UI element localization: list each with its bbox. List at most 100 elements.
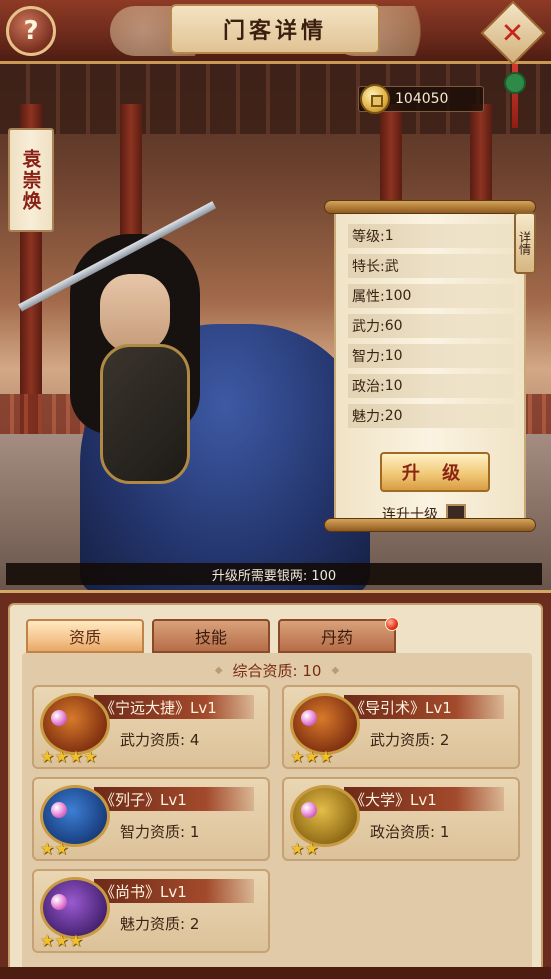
stat-value: 10 [384, 348, 403, 364]
stat-value: 100 [384, 288, 412, 304]
stat-row-force: 武力: 60 [348, 314, 514, 338]
stat-value: 武 [384, 259, 399, 275]
tab-elixir[interactable]: 丹药 [278, 619, 396, 653]
tab-skills[interactable]: 技能 [152, 619, 270, 653]
info-panel: 资质 技能 丹药 ◆ 综合资质: 10 ◆ 《宁远大捷》Lv1 武力资质: 4 … [0, 590, 551, 979]
gem-icon [51, 802, 67, 818]
star-icon: ★ [290, 747, 305, 766]
star-icon: ★ [68, 747, 84, 766]
stat-label: 政治: [352, 379, 385, 395]
close-button[interactable]: ✕ [480, 0, 546, 66]
gem-icon [301, 710, 317, 726]
skill-book-quality: 魅力资质: 2 [120, 915, 200, 933]
gem-icon [51, 710, 67, 726]
stat-row-specialty: 特长: 武 [348, 254, 514, 278]
star-icon: ★ [40, 747, 55, 766]
hero-face [100, 274, 170, 354]
upgrade-button[interactable]: 升 级 [380, 452, 490, 492]
star-icon: ★ [40, 839, 55, 858]
gem-icon [51, 894, 67, 910]
jade-knot-icon [504, 72, 526, 94]
skill-book-icon [40, 877, 110, 939]
hero-portrait [18, 201, 370, 590]
stat-label: 特长: [352, 259, 385, 275]
star-rating: ★ ★ ★ [290, 747, 334, 766]
star-icon: ★ [54, 839, 69, 858]
scroll-rod-top [324, 200, 536, 214]
skill-book-name: 《导引术》Lv1 [344, 695, 504, 719]
stat-value: 60 [384, 318, 403, 334]
stats-paper: 等级: 1 特长: 武 属性: 100 武力: 60 智力: 10 政治: 10 魅力: 20… [334, 210, 526, 524]
star-rating: ★ ★ [290, 839, 319, 858]
skill-book-card[interactable]: 《尚书》Lv1 魅力资质: 2 ★ ★ ★ [32, 869, 270, 953]
skill-book-quality: 武力资质: 4 [120, 731, 200, 749]
total-aptitude: ◆ 综合资质: 10 ◆ [22, 659, 532, 681]
skill-book-icon [40, 785, 110, 847]
stats-scroll: 等级: 1 特长: 武 属性: 100 武力: 60 智力: 10 政治: 10 魅力: 20… [324, 200, 536, 532]
stat-row-politics: 政治: 10 [348, 374, 514, 398]
skill-book-quality: 智力资质: 1 [120, 823, 200, 841]
upgrade-cost-text: 升级所需要银两: 100 [211, 568, 337, 584]
stat-row-level: 等级: 1 [348, 224, 514, 248]
gem-icon [301, 802, 317, 818]
star-rating: ★ ★ ★ ★ [40, 747, 98, 766]
skill-book-icon [290, 785, 360, 847]
total-aptitude-text: 综合资质: 10 [232, 661, 322, 680]
skill-book-icon [290, 693, 360, 755]
skill-book-name: 《列子》Lv1 [94, 787, 254, 811]
detail-tab[interactable]: 详情 [514, 212, 536, 274]
hero-name-banner: 袁崇焕 [8, 128, 54, 232]
star-icon: ★ [290, 839, 305, 858]
bottom-border [0, 967, 551, 979]
skill-book-name: 《宁远大捷》Lv1 [94, 695, 254, 719]
stat-value: 20 [384, 408, 403, 424]
stat-label: 魅力: [352, 409, 385, 425]
star-icon: ★ [304, 747, 319, 766]
currency-amount: 104050 [395, 91, 449, 107]
notification-dot-icon [385, 617, 399, 631]
star-icon: ★ [83, 747, 98, 766]
skill-book-name: 《大学》Lv1 [344, 787, 504, 811]
stat-row-attribute: 属性: 100 [348, 284, 514, 308]
skill-book-card[interactable]: 《大学》Lv1 政治资质: 1 ★ ★ [282, 777, 520, 861]
aptitude-content: ◆ 综合资质: 10 ◆ 《宁远大捷》Lv1 武力资质: 4 ★ ★ ★ ★ 《导引术… [22, 653, 532, 969]
stat-label: 武力: [352, 319, 385, 335]
star-icon: ★ [68, 931, 84, 950]
star-icon: ★ [318, 747, 334, 766]
hero-armor [100, 344, 190, 484]
diamond-ornament-icon: ◆ [214, 664, 223, 676]
page-title: 门客详情 [170, 4, 380, 54]
hero-name: 袁崇焕 [19, 148, 42, 212]
stat-row-intelligence: 智力: 10 [348, 344, 514, 368]
stat-label: 智力: [352, 349, 385, 365]
star-icon: ★ [304, 839, 319, 858]
star-rating: ★ ★ [40, 839, 69, 858]
stat-row-charm: 魅力: 20 [348, 404, 514, 428]
star-icon: ★ [40, 931, 55, 950]
skill-book-card[interactable]: 《宁远大捷》Lv1 武力资质: 4 ★ ★ ★ ★ [32, 685, 270, 769]
skill-book-quality: 政治资质: 1 [370, 823, 450, 841]
info-panel-inner: 资质 技能 丹药 ◆ 综合资质: 10 ◆ 《宁远大捷》Lv1 武力资质: 4 … [8, 603, 543, 973]
close-icon: ✕ [501, 16, 525, 50]
skill-book-icon [40, 693, 110, 755]
header-bar: 门客详情 ? ✕ [0, 0, 551, 66]
stat-label: 等级: [352, 229, 385, 245]
coin-icon [360, 84, 390, 114]
help-button[interactable]: ? [6, 6, 56, 56]
skill-book-name: 《尚书》Lv1 [94, 879, 254, 903]
scroll-rod-bottom [324, 518, 536, 532]
question-mark-icon: ? [23, 16, 39, 46]
star-rating: ★ ★ ★ [40, 931, 84, 950]
detail-tab-label: 详情 [517, 231, 532, 255]
skill-book-quality: 武力资质: 2 [370, 731, 450, 749]
diamond-ornament-icon: ◆ [331, 664, 340, 676]
star-icon: ★ [54, 931, 69, 950]
star-icon: ★ [54, 747, 69, 766]
skill-book-card[interactable]: 《列子》Lv1 智力资质: 1 ★ ★ [32, 777, 270, 861]
stat-value: 1 [384, 228, 394, 244]
upgrade-cost-bar: 升级所需要银两: 100 [6, 563, 542, 585]
skill-book-card[interactable]: 《导引术》Lv1 武力资质: 2 ★ ★ ★ [282, 685, 520, 769]
stat-value: 10 [384, 378, 403, 394]
tab-aptitude[interactable]: 资质 [26, 619, 144, 653]
stat-label: 属性: [352, 289, 385, 305]
